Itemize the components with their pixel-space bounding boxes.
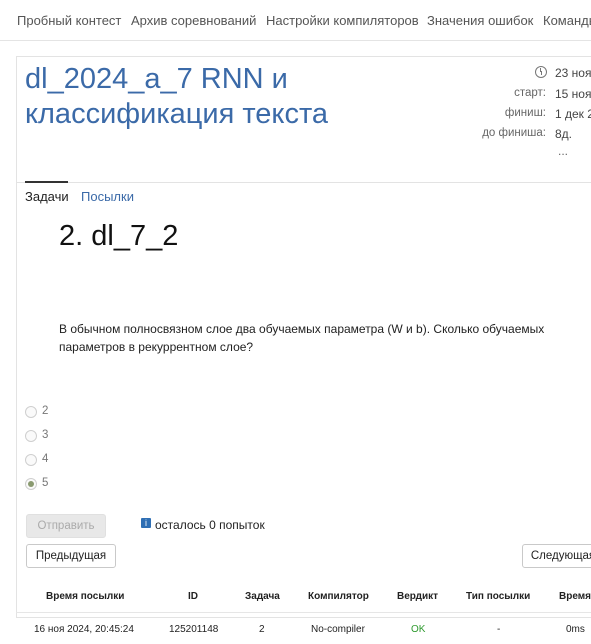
col-header-problem: Задача	[245, 591, 280, 602]
statement-line2: параметров в рекуррентном слое?	[59, 340, 254, 354]
prev-problem-button[interactable]: Предыдущая	[26, 544, 116, 568]
remaining-label: до финиша:	[482, 127, 546, 139]
problem-statement: В обычном полносвязном слое два обучаемы…	[59, 320, 559, 356]
cell-compiler: No-compiler	[311, 624, 365, 635]
attempts-remaining: осталось 0 попыток	[155, 518, 265, 532]
cell-problem: 2	[259, 624, 265, 635]
radio-button-selected[interactable]	[25, 478, 37, 490]
col-header-time: Время посылки	[46, 591, 125, 602]
cell-verdict: OK	[411, 624, 426, 635]
radio-button[interactable]	[25, 454, 37, 466]
finish-value: 1 дек 2	[555, 107, 591, 121]
start-label: старт:	[514, 87, 546, 99]
active-tab-indicator	[25, 181, 68, 183]
col-header-type: Тип посылки	[466, 591, 531, 602]
contest-title-line1: dl_2024_a_7 RNN и	[25, 63, 288, 95]
clock-icon	[535, 66, 547, 78]
statement-line1: В обычном полносвязном слое два обучаемы…	[59, 322, 545, 336]
contest-title-line2: классификация текста	[25, 98, 329, 130]
problem-title: 2. dl_7_2	[59, 220, 179, 252]
col-header-compiler: Компилятор	[308, 591, 369, 602]
remaining-value: 8д.	[555, 127, 573, 141]
tab-problems[interactable]: Задачи	[25, 189, 69, 204]
cell-id[interactable]: 125201148	[169, 624, 218, 635]
top-nav: Пробный контест Архив соревнований Настр…	[0, 0, 591, 41]
table-divider	[16, 612, 591, 613]
nav-teams[interactable]: Команды	[543, 13, 591, 28]
submit-button[interactable]: Отправить	[26, 514, 106, 538]
option-label: 3	[42, 429, 49, 441]
nav-trial-contest[interactable]: Пробный контест	[17, 13, 121, 28]
nav-contest-archive[interactable]: Архив соревнований	[131, 13, 256, 28]
cell-runtime: 0ms	[566, 624, 585, 635]
tab-submissions[interactable]: Посылки	[81, 189, 134, 204]
option-label: 4	[42, 453, 49, 465]
col-header-runtime: Время	[559, 591, 591, 602]
nav-compiler-settings[interactable]: Настройки компиляторов	[266, 13, 419, 28]
col-header-verdict: Вердикт	[397, 591, 439, 602]
nav-error-codes[interactable]: Значения ошибок	[427, 13, 533, 28]
next-problem-button[interactable]: Следующая	[522, 544, 591, 568]
cell-type: -	[497, 624, 501, 635]
finish-label: финиш:	[504, 107, 546, 119]
meta-more[interactable]: ...	[558, 144, 568, 158]
col-header-id: ID	[188, 591, 198, 602]
contest-title: dl_2024_a_7 RNN и классификация текста	[25, 62, 385, 132]
info-icon: i	[141, 518, 151, 528]
cell-time: 16 ноя 2024, 20:45:24	[34, 624, 134, 635]
contest-date: 23 ноя	[555, 66, 591, 80]
radio-button[interactable]	[25, 406, 37, 418]
radio-button[interactable]	[25, 430, 37, 442]
option-label: 2	[42, 405, 49, 417]
start-value: 15 ноя	[555, 87, 591, 101]
tabs-divider	[16, 182, 591, 183]
option-label: 5	[42, 477, 49, 489]
